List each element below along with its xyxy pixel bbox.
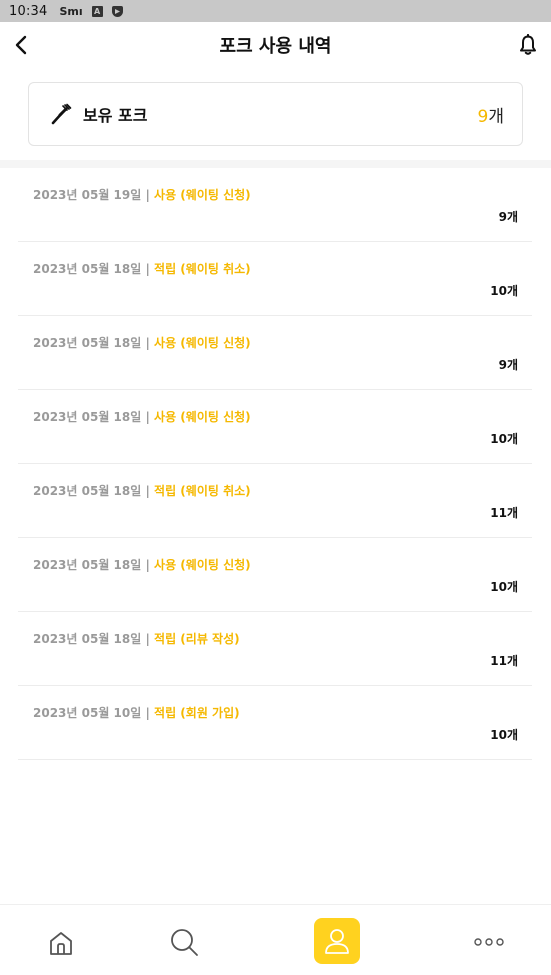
history-date: 2023년 05월 18일 (33, 410, 142, 424)
history-type: 사용 (웨이팅 신청) (154, 410, 251, 424)
more-icon (474, 938, 504, 946)
bottom-nav (0, 904, 551, 975)
history-count: 10개 (490, 432, 518, 446)
history-item: 2023년 05월 18일 | 사용 (웨이팅 신청) 9개 (18, 316, 532, 390)
nav-search-button[interactable] (165, 923, 203, 961)
app-header: 포크 사용 내역 (0, 22, 551, 68)
status-time: 10:34 (9, 3, 48, 19)
history-type: 적립 (리뷰 작성) (154, 632, 240, 646)
page-title: 포크 사용 내역 (219, 36, 332, 57)
status-bar: 10:34 Smı A (0, 0, 551, 22)
history-separator: | (141, 484, 155, 498)
notification-a-icon: A (91, 5, 103, 17)
history-date: 2023년 05월 18일 (33, 262, 142, 276)
history-meta: 2023년 05월 19일 | 사용 (웨이팅 신청) (33, 186, 251, 203)
history-item: 2023년 05월 19일 | 사용 (웨이팅 신청) 9개 (18, 168, 532, 242)
history-meta: 2023년 05월 18일 | 사용 (웨이팅 신청) (33, 408, 251, 425)
history-list: 2023년 05월 19일 | 사용 (웨이팅 신청) 9개 2023년 05월 1… (18, 168, 532, 760)
chevron-left-icon (15, 35, 27, 55)
history-meta: 2023년 05월 10일 | 적립 (회원 가입) (33, 704, 240, 721)
history-separator: | (141, 262, 155, 276)
status-icons: Smı A (59, 4, 123, 18)
history-separator: | (141, 632, 155, 646)
history-separator: | (141, 706, 155, 720)
history-item: 2023년 05월 18일 | 적립 (리뷰 작성) 11개 (18, 612, 532, 686)
history-item: 2023년 05월 18일 | 사용 (웨이팅 신청) 10개 (18, 390, 532, 464)
history-date: 2023년 05월 10일 (33, 706, 142, 720)
balance-number: 9 (477, 106, 489, 127)
nav-my-button[interactable] (314, 918, 360, 964)
history-count: 9개 (498, 358, 518, 372)
history-count: 10개 (490, 580, 518, 594)
history-date: 2023년 05월 18일 (33, 484, 142, 498)
history-count: 10개 (490, 728, 518, 742)
bell-icon (520, 34, 536, 55)
shield-icon (111, 5, 123, 17)
history-meta: 2023년 05월 18일 | 사용 (웨이팅 신청) (33, 334, 251, 351)
fork-balance-card: 보유 포크 9개 (28, 82, 523, 146)
history-meta: 2023년 05월 18일 | 적립 (리뷰 작성) (33, 630, 240, 647)
carrier-icon: Smı (59, 4, 83, 18)
history-count: 9개 (498, 210, 518, 224)
home-icon (50, 932, 72, 955)
history-separator: | (141, 336, 155, 350)
history-type: 적립 (웨이팅 취소) (154, 484, 251, 498)
back-button[interactable] (6, 30, 36, 60)
history-separator: | (141, 188, 155, 202)
search-icon (171, 929, 198, 956)
history-date: 2023년 05월 18일 (33, 558, 142, 572)
history-type: 사용 (웨이팅 신청) (154, 558, 251, 572)
history-type: 적립 (웨이팅 취소) (154, 262, 251, 276)
nav-home-button[interactable] (43, 925, 79, 961)
history-date: 2023년 05월 19일 (33, 188, 142, 202)
balance-label: 보유 포크 (83, 106, 148, 125)
fork-icon (49, 102, 73, 126)
history-meta: 2023년 05월 18일 | 적립 (웨이팅 취소) (33, 482, 251, 499)
notification-button[interactable] (513, 30, 543, 60)
history-meta: 2023년 05월 18일 | 적립 (웨이팅 취소) (33, 260, 251, 277)
history-item: 2023년 05월 10일 | 적립 (회원 가입) 10개 (18, 686, 532, 760)
history-item: 2023년 05월 18일 | 적립 (웨이팅 취소) 10개 (18, 242, 532, 316)
history-type: 사용 (웨이팅 신청) (154, 336, 251, 350)
history-type: 적립 (회원 가입) (154, 706, 240, 720)
history-date: 2023년 05월 18일 (33, 336, 142, 350)
balance-amount: 9개 (478, 102, 504, 127)
history-date: 2023년 05월 18일 (33, 632, 142, 646)
history-item: 2023년 05월 18일 | 적립 (웨이팅 취소) 11개 (18, 464, 532, 538)
user-icon (325, 929, 349, 954)
nav-more-button[interactable] (466, 927, 512, 957)
history-type: 사용 (웨이팅 신청) (154, 188, 251, 202)
history-count: 11개 (490, 506, 518, 520)
balance-unit: 개 (488, 106, 504, 127)
history-item: 2023년 05월 18일 | 사용 (웨이팅 신청) 10개 (18, 538, 532, 612)
history-separator: | (141, 558, 155, 572)
history-count: 11개 (490, 654, 518, 668)
section-divider (0, 160, 551, 168)
history-count: 10개 (490, 284, 518, 298)
history-separator: | (141, 410, 155, 424)
history-meta: 2023년 05월 18일 | 사용 (웨이팅 신청) (33, 556, 251, 573)
